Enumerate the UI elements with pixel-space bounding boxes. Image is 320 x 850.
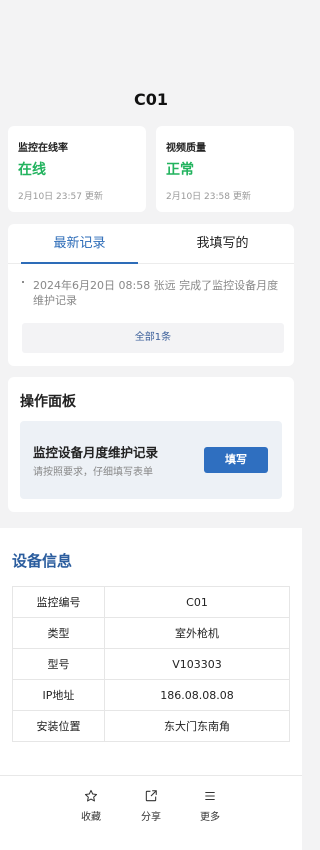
device-info-section: 设备信息 监控编号 C01 类型 室外枪机 型号 V103303 IP地址 18… [0, 528, 302, 775]
info-key: 型号 [12, 648, 105, 680]
star-icon [84, 789, 98, 802]
stat-updated-time: 2月10日 23:57 更新 [18, 192, 103, 202]
task-name: 监控设备月度维护记录 [33, 445, 159, 460]
info-value: C01 [104, 586, 290, 618]
share-label: 分享 [141, 812, 161, 823]
info-value: 室外枪机 [104, 617, 290, 649]
device-info-table: 监控编号 C01 类型 室外枪机 型号 V103303 IP地址 186.08.… [12, 586, 290, 742]
info-key: 安装位置 [12, 710, 105, 742]
favorite-label: 收藏 [81, 812, 101, 823]
task-description: 请按照要求，仔细填写表单 [33, 467, 153, 478]
video-quality-card: 视频质量 正常 2月10日 23:58 更新 [156, 126, 294, 212]
stat-label: 监控在线率 [18, 143, 68, 154]
share-button[interactable]: 分享 [131, 789, 171, 823]
bottom-action-bar: 收藏 分享 更多 [0, 775, 302, 850]
table-row: IP地址 186.08.08.08 [12, 679, 290, 711]
operation-panel: 操作面板 监控设备月度维护记录 请按照要求，仔细填写表单 填写 [8, 377, 294, 512]
info-value: 186.08.08.08 [104, 679, 290, 711]
more-button[interactable]: 更多 [190, 789, 230, 823]
operation-panel-title: 操作面板 [20, 394, 76, 410]
stat-updated-time: 2月10日 23:58 更新 [166, 192, 251, 202]
table-row: 类型 室外枪机 [12, 617, 290, 649]
stat-value: 在线 [18, 162, 46, 178]
info-value: V103303 [104, 648, 290, 680]
records-tabs: 最新记录 我填写的 [8, 224, 294, 264]
fill-form-button[interactable]: 填写 [204, 447, 268, 473]
stat-label: 视频质量 [166, 143, 206, 154]
tab-my-submissions[interactable]: 我填写的 [151, 224, 294, 263]
favorite-button[interactable]: 收藏 [71, 789, 111, 823]
more-label: 更多 [200, 812, 220, 823]
table-row: 型号 V103303 [12, 648, 290, 680]
info-value: 东大门东南角 [104, 710, 290, 742]
stat-value: 正常 [166, 162, 194, 178]
bullet-dot [22, 281, 24, 283]
device-detail-page: C01 监控在线率 在线 2月10日 23:57 更新 视频质量 正常 2月10… [0, 0, 302, 850]
device-info-title: 设备信息 [12, 552, 73, 570]
share-icon [145, 790, 157, 802]
table-row: 监控编号 C01 [12, 586, 290, 618]
device-title: C01 [133, 90, 168, 109]
menu-icon [205, 791, 215, 801]
records-card: 最新记录 我填写的 2024年6月20日 08:58 张远 完成了监控设备月度维… [8, 224, 294, 366]
tab-latest-records[interactable]: 最新记录 [8, 224, 151, 264]
info-key: 监控编号 [12, 586, 105, 618]
record-item[interactable]: 2024年6月20日 08:58 张远 完成了监控设备月度维护记录 [22, 278, 282, 308]
online-rate-card: 监控在线率 在线 2月10日 23:57 更新 [8, 126, 146, 212]
info-key: 类型 [12, 617, 105, 649]
record-text: 2024年6月20日 08:58 张远 完成了监控设备月度维护记录 [33, 279, 279, 307]
info-key: IP地址 [12, 679, 105, 711]
view-all-records-button[interactable]: 全部1条 [22, 323, 284, 353]
table-row: 安装位置 东大门东南角 [12, 710, 290, 742]
task-item: 监控设备月度维护记录 请按照要求，仔细填写表单 填写 [20, 421, 282, 499]
